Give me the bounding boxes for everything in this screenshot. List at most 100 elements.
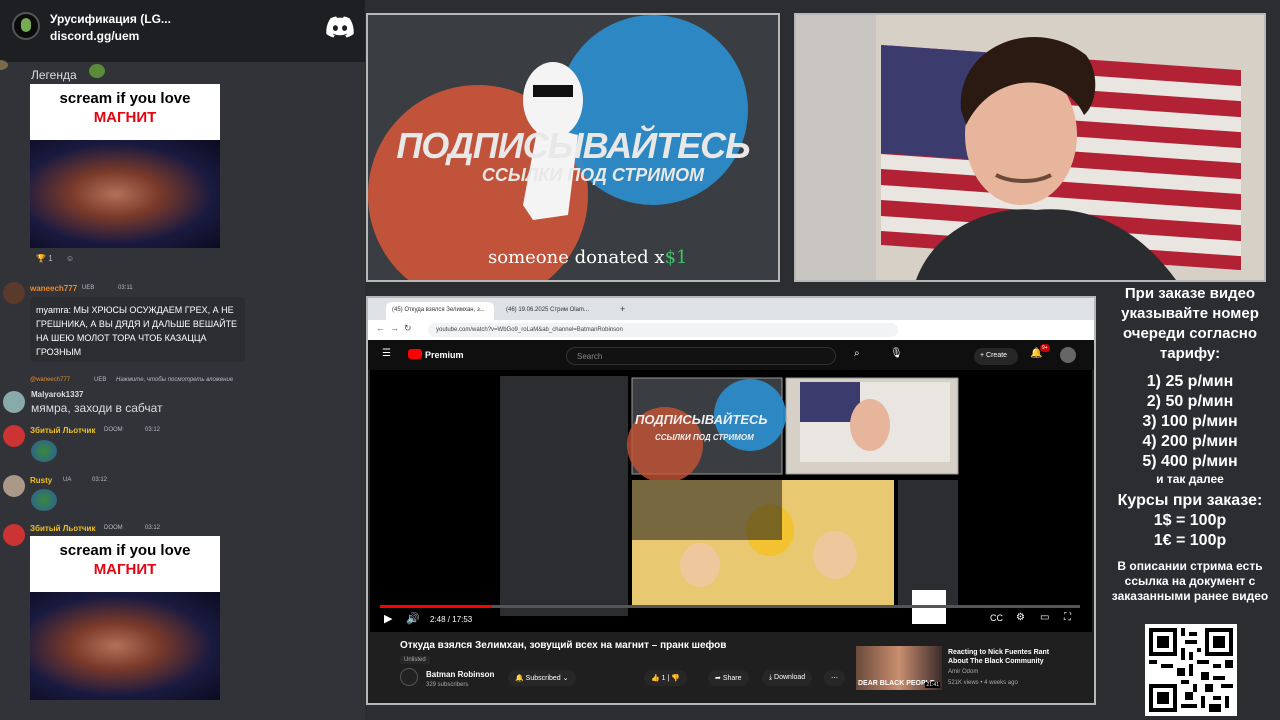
account-avatar[interactable]	[1060, 347, 1076, 363]
browser-tab[interactable]: (45) Откуда взялся Зелимхан, з...	[386, 302, 494, 320]
recommended-thumbnail-text: DEAR BLACK PEOPLE	[858, 680, 935, 687]
url-field[interactable]: youtube.com/watch?v=WbGo9_roLaM&ab_chann…	[428, 323, 898, 337]
browser-tabbar: (45) Откуда взялся Зелимхан, з... (46) 1…	[368, 298, 1094, 320]
svg-text:ПОДПИСЫВАЙТЕСЬ: ПОДПИСЫВАЙТЕСЬ	[635, 411, 768, 427]
fullscreen-icon[interactable]: ⛶	[1064, 612, 1071, 623]
download-button[interactable]: ⤓ Download	[762, 670, 813, 686]
avatar[interactable]	[3, 475, 25, 497]
gif-caption-line2: МАГНИТ	[93, 109, 157, 126]
globe-emoji-icon	[31, 489, 57, 511]
recommended-channel[interactable]: Amir Odom	[948, 669, 978, 675]
message-time: 03:12	[145, 525, 161, 531]
recommended-duration: 21:41	[925, 682, 940, 688]
username[interactable]: waneech777	[30, 284, 77, 293]
settings-icon[interactable]: ⚙	[1016, 612, 1025, 623]
gif-caption-line1: scream if you love	[59, 542, 191, 559]
share-label: Share	[722, 675, 742, 682]
play-icon[interactable]: ▶	[384, 612, 392, 625]
donation-alert: someone donated x$1	[488, 247, 687, 268]
username[interactable]: Збитый Льотчик	[30, 426, 95, 435]
menu-icon[interactable]: ☰	[382, 348, 391, 359]
reaction[interactable]: 🏆 1	[36, 254, 53, 263]
reaction-count: 1	[48, 254, 53, 263]
theater-mode-icon[interactable]: ▭	[1040, 612, 1049, 623]
reply-username[interactable]: @waneech777	[30, 377, 70, 383]
reply-preview[interactable]: Нажмите, чтобы посмотреть вложение	[116, 377, 233, 383]
globe-emoji-icon	[31, 440, 57, 462]
more-actions-icon[interactable]: ⋯	[824, 670, 845, 686]
subscribed-label: Subscribed	[525, 675, 561, 682]
rate-eur: 1€ = 100р	[1153, 532, 1227, 549]
price-tier: 1) 25 р/мин	[1146, 373, 1234, 390]
back-icon[interactable]: ←	[376, 323, 385, 333]
gif-embed[interactable]: scream if you love МАГНИТ	[30, 84, 220, 248]
forward-icon[interactable]: →	[390, 323, 399, 333]
discord-logo-icon	[326, 16, 354, 38]
captions-icon[interactable]: CC	[990, 613, 1003, 623]
channel-name[interactable]: Batman Robinson	[426, 670, 494, 679]
gif-caption: scream if you love МАГНИТ	[30, 536, 220, 592]
volume-icon[interactable]: 🔊	[406, 612, 420, 625]
donation-text: someone donated x	[488, 247, 665, 268]
avatar[interactable]	[3, 391, 25, 413]
avatar[interactable]	[3, 282, 25, 304]
user-badge: UA	[63, 477, 72, 483]
description-note: В описании стрима есть ссылка на докумен…	[1111, 559, 1269, 603]
channel-avatar[interactable]	[400, 668, 418, 686]
create-button[interactable]: + Create	[974, 348, 1018, 365]
message-time: 03:11	[118, 285, 133, 291]
username[interactable]: Rusty	[30, 476, 52, 485]
discord-chat: Урусификация (LG... discord.gg/uem Леген…	[0, 0, 365, 720]
donation-amount: $1	[664, 247, 688, 268]
gif-caption-line1: scream if you love	[59, 90, 191, 107]
price-tier: 2) 50 р/мин	[1146, 393, 1234, 410]
recommended-meta: 521K views • 4 weeks ago	[948, 680, 1018, 686]
reload-icon[interactable]: ↻	[404, 323, 412, 334]
avatar[interactable]	[0, 60, 8, 70]
new-tab-icon[interactable]: +	[618, 302, 632, 320]
qr-code-icon	[1145, 624, 1237, 716]
unlisted-badge: Unlisted	[400, 656, 430, 664]
price-list: При заказе видео указывайте номер очеред…	[1100, 284, 1280, 604]
price-etc: и так далее	[1156, 472, 1224, 486]
recommended-title[interactable]: Reacting to Nick Fuentes Rant About The …	[948, 648, 1058, 666]
chat-header: Урусификация (LG... discord.gg/uem	[0, 0, 365, 62]
like-button[interactable]: 👍 1 | 👎	[644, 670, 688, 686]
price-tier: 4) 200 р/мин	[1142, 433, 1238, 450]
youtube-logo[interactable]: Premium	[408, 349, 464, 360]
avatar[interactable]	[3, 425, 25, 447]
add-reaction-icon[interactable]: ☺	[66, 254, 74, 263]
gif-photo	[30, 592, 220, 700]
server-invite[interactable]: discord.gg/uem	[50, 29, 139, 43]
video-player[interactable]: ПОДПИСЫВАЙТЕСЬ ССЫЛКИ ПОД СТРИМОМ ▶ 🔊 2:…	[370, 370, 1092, 632]
user-badge: DOOM	[104, 525, 123, 531]
video-title: Откуда взялся Зелимхан, зовущий всех на …	[400, 640, 727, 651]
gif-embed[interactable]: scream if you love МАГНИТ	[30, 536, 220, 700]
quoted-message: myamra: МЫ ХРЮСЫ ОСУЖДАЕМ ГРЕХ, А НЕ ГРЕ…	[30, 297, 245, 362]
share-button[interactable]: ➦ Share	[708, 670, 749, 686]
username[interactable]: Збитый Льотчик	[30, 524, 95, 533]
price-tier: 3) 100 р/мин	[1142, 413, 1238, 430]
youtube-logo-label: Premium	[425, 350, 464, 360]
browser-window: (45) Откуда взялся Зелимхан, з... (46) 1…	[366, 296, 1096, 705]
pepe-emoji-icon	[89, 64, 105, 78]
recommended-thumbnail[interactable]: DEAR BLACK PEOPLE 21:41	[856, 646, 942, 690]
trophy-emoji-icon: 🏆	[36, 254, 46, 263]
search-icon[interactable]: ⌕	[854, 348, 860, 359]
search-input[interactable]: Search	[566, 347, 836, 365]
mic-icon[interactable]: 🎙	[890, 348, 903, 359]
browser-tab[interactable]: (46) 19.06.2025 Стрим Olam...	[500, 302, 616, 320]
subscribed-button[interactable]: 🔔 Subscribed ⌄	[508, 670, 576, 686]
stream-layout: Урусификация (LG... discord.gg/uem Леген…	[0, 0, 1280, 720]
avatar[interactable]	[3, 524, 25, 546]
banner-subtitle: ССЫЛКИ ПОД СТРИМОМ	[481, 165, 705, 185]
message-text: мямра, заходи в сабчат	[31, 401, 163, 415]
message-time: 03:12	[92, 477, 108, 483]
server-icon[interactable]	[12, 12, 40, 40]
price-tier: 5) 400 р/мин	[1142, 453, 1238, 470]
rate-usd: 1$ = 100р	[1153, 512, 1227, 529]
subscribe-banner: ПОДПИСЫВАЙТЕСЬ ССЫЛКИ ПОД СТРИМОМ someon…	[366, 13, 780, 282]
username[interactable]: Malyarok1337	[31, 390, 83, 399]
video-progress-fill	[380, 605, 492, 608]
video-progress-bar[interactable]	[380, 605, 1080, 608]
